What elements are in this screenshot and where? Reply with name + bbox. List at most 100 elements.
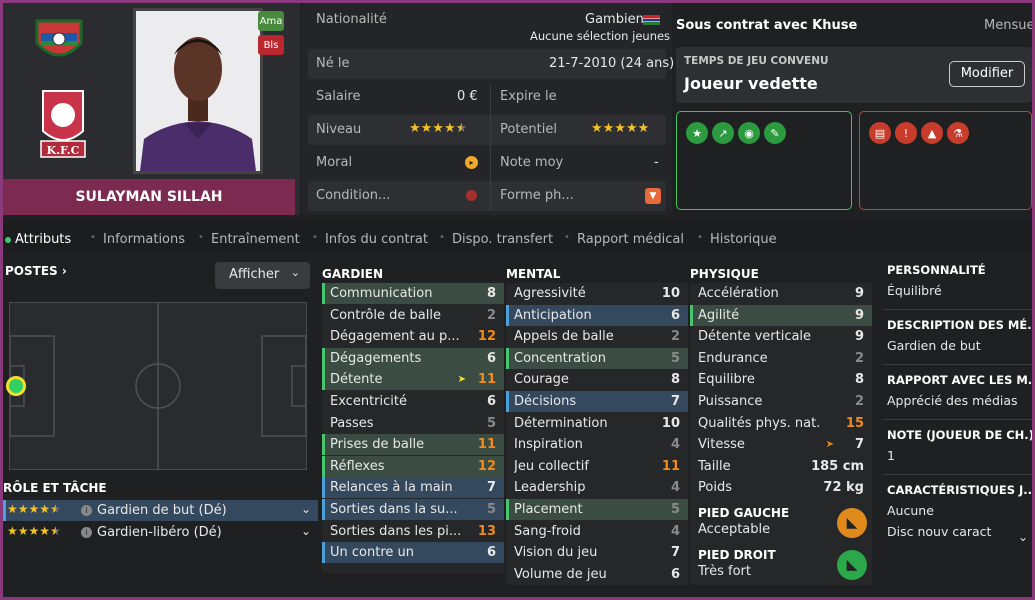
attribute-row[interactable]: Sang-froid 4	[506, 521, 688, 542]
boot-icon[interactable]: ✎	[764, 122, 786, 144]
born-label: Né le	[316, 56, 350, 71]
attribute-row[interactable]: Accélération 9	[690, 283, 872, 304]
attribute-row[interactable]: Qualités phys. nat. 15	[690, 413, 872, 434]
attribute-name: Prises de balle	[330, 437, 425, 453]
attribute-value: 2	[670, 329, 680, 345]
traits-text2[interactable]: Disc nouv caract	[887, 524, 1032, 539]
attribute-row[interactable]: Volume de jeu 6	[506, 564, 688, 585]
attribute-row[interactable]: Décisions 7	[506, 391, 688, 412]
modify-button[interactable]: Modifier	[949, 61, 1025, 87]
attribute-row[interactable]: Poids 72 kg	[690, 477, 872, 498]
tab-info[interactable]: Informations	[103, 232, 185, 247]
attribute-name: Sorties dans la su...	[330, 502, 458, 517]
attribute-row[interactable]: Agilité 9	[690, 304, 872, 326]
attribute-row[interactable]: Détente verticale 9	[690, 326, 872, 347]
clipboard-icon[interactable]: ▤	[869, 122, 891, 144]
attribute-row[interactable]: Appels de balle 2	[506, 326, 688, 347]
tab-contract[interactable]: Infos du contrat	[325, 232, 428, 247]
attribute-name: Volume de jeu	[514, 566, 607, 582]
attribute-row[interactable]: Endurance 2	[690, 348, 872, 369]
condition-icon	[466, 190, 477, 201]
personality-block: PERSONNALITÉ Équilibré	[887, 263, 1032, 298]
role-2-label: Gardien-libéro (Dé)	[97, 525, 222, 540]
chevron-down-icon[interactable]: ⌄	[301, 502, 311, 516]
potential-label: Potentiel	[500, 122, 557, 137]
attribute-row[interactable]: Prises de balle 11	[322, 434, 504, 456]
attribute-row[interactable]: Vitesse ➤ 7	[690, 434, 872, 455]
pitch-lines-icon	[9, 303, 307, 469]
attribute-row[interactable]: Sorties dans les pi... 13	[322, 521, 504, 542]
chevron-down-icon[interactable]: ⌄	[301, 524, 311, 538]
attribute-row[interactable]: Leadership 4	[506, 477, 688, 498]
attribute-row[interactable]: Détente ➤ 11	[322, 369, 504, 391]
player-photo	[133, 8, 263, 174]
flask-icon[interactable]: ⚗	[947, 122, 969, 144]
trend-up-icon: ➤	[457, 374, 466, 386]
nationality-value[interactable]: Gambien	[585, 12, 644, 27]
physical-list: Accélération 9 Agilité 9 Détente verticale 9 E…	[690, 283, 872, 585]
tab-attributes[interactable]: Attributs	[15, 232, 71, 247]
potential-stars: ★★★★★	[591, 121, 650, 136]
attribute-row[interactable]: Relances à la main 7	[322, 477, 504, 499]
tab-medical[interactable]: Rapport médical	[577, 232, 684, 247]
morale-icon: ▸	[465, 156, 478, 169]
role-1-stars: ★★★★★	[7, 502, 61, 516]
attribute-name: Détente	[330, 372, 383, 388]
chevron-down-icon[interactable]: ⌄	[1018, 530, 1028, 544]
tab-training[interactable]: Entraînement	[211, 232, 300, 247]
attribute-row[interactable]: Puissance 2	[690, 391, 872, 412]
info-icon[interactable]: i	[81, 527, 92, 538]
attribute-name: Accélération	[698, 286, 779, 301]
positions-title[interactable]: POSTES ›	[5, 264, 67, 278]
attribute-row[interactable]: Équilibre 8	[690, 369, 872, 390]
club-rating-title: NOTE (JOUEUR DE CH.)	[887, 428, 1032, 442]
attribute-row[interactable]: Taille 185 cm	[690, 456, 872, 477]
media-relation-text: Apprécié des médias	[887, 393, 1018, 408]
attribute-row[interactable]: Réflexes 12	[322, 455, 504, 477]
info-icon[interactable]: i	[81, 505, 92, 516]
attribute-value: 9	[854, 286, 864, 301]
attribute-row[interactable]: Un contre un 6	[322, 542, 504, 564]
attribute-row[interactable]: Anticipation 6	[506, 304, 688, 326]
brain-icon[interactable]: ◉	[738, 122, 760, 144]
attribute-row[interactable]: Excentricité 6	[322, 391, 504, 412]
attribute-row[interactable]: Agressivité 10	[506, 283, 688, 304]
attribute-value: 9	[854, 329, 864, 345]
attribute-row[interactable]: Passes 5	[322, 413, 504, 434]
attribute-row[interactable]: Communication 8	[322, 283, 504, 304]
roles-title: RÔLE ET TÂCHE	[3, 481, 107, 495]
tab-history[interactable]: Historique	[710, 232, 777, 247]
attribute-value: 15	[845, 415, 864, 431]
attribute-row[interactable]: Dégagement au p... 12	[322, 326, 504, 347]
show-button[interactable]: Afficher ⌄	[215, 262, 310, 289]
attribute-row[interactable]: Détermination 10	[506, 413, 688, 434]
attribute-row[interactable]: Inspiration 4	[506, 434, 688, 455]
star-trait-icon[interactable]: ★	[686, 122, 708, 144]
attribute-value: 2	[854, 350, 864, 366]
attribute-value: 5	[670, 350, 680, 366]
gk-position-marker[interactable]	[6, 376, 26, 396]
player-name-bar: SULAYMAN SILLAH	[3, 179, 295, 215]
contract-freq: Mensuel	[984, 18, 1032, 33]
avg-value: -	[654, 155, 659, 170]
tab-transfer[interactable]: Dispo. transfert	[452, 232, 553, 247]
attribute-row[interactable]: Sorties dans la su... 5	[322, 499, 504, 520]
attribute-row[interactable]: Vision du jeu 7	[506, 542, 688, 563]
attribute-row[interactable]: Jeu collectif 11	[506, 456, 688, 477]
attribute-row[interactable]: Placement 5	[506, 499, 688, 520]
attribute-value: 10	[661, 286, 680, 301]
ball-alert-icon[interactable]: !	[895, 122, 917, 144]
trend-up-icon[interactable]: ↗	[712, 122, 734, 144]
divider	[883, 364, 1032, 365]
attribute-row[interactable]: Contrôle de balle 2	[322, 305, 504, 326]
club-rating-text: 1	[887, 448, 895, 463]
attribute-row[interactable]: Concentration 5	[506, 347, 688, 369]
attribute-row[interactable]: Dégagements 6	[322, 347, 504, 369]
attribute-name: Appels de balle	[514, 329, 614, 345]
attribute-row[interactable]: Courage 8	[506, 369, 688, 390]
attribute-value: 6	[486, 545, 496, 561]
cone-icon[interactable]: ▲	[921, 122, 943, 144]
goalkeeping-list: Communication 8 Contrôle de balle 2 Dégageme…	[322, 283, 504, 573]
attribute-value: 2	[854, 394, 864, 409]
attribute-name: Dégagement au p...	[330, 329, 460, 345]
